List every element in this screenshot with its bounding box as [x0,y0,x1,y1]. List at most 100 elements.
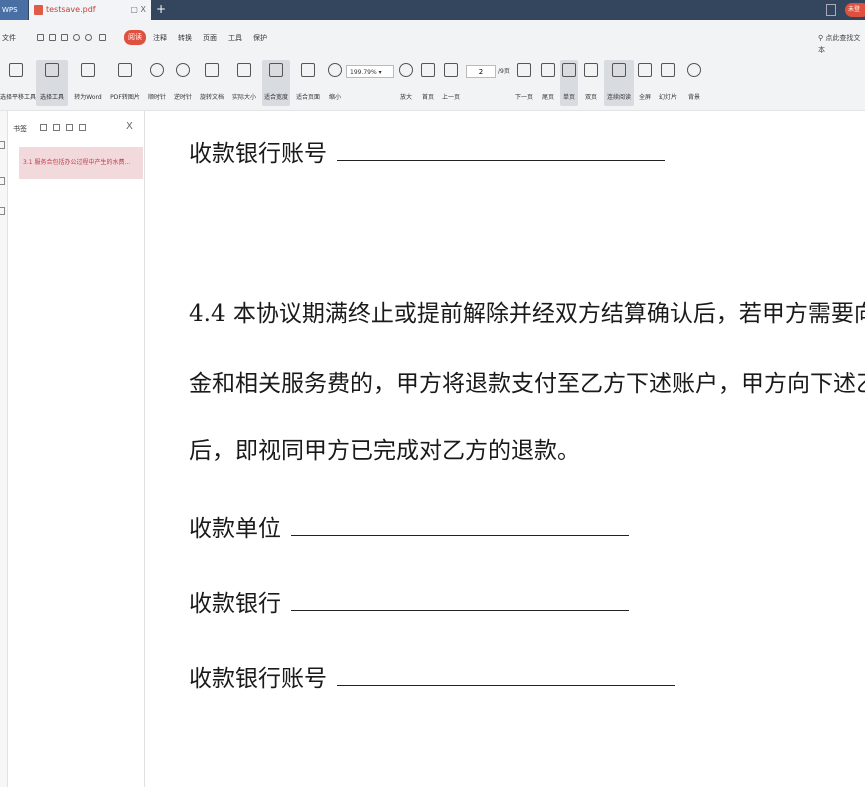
window-mode-icon[interactable] [826,4,836,16]
field-underline [337,665,675,686]
zoom-select[interactable]: 199.79% ▾ [346,65,394,78]
side-icon-strip [0,111,8,787]
first-page-icon [421,63,435,77]
doc-paragraph-line: 4.4 本协议期满终止或提前解除并经双方结算确认后，若甲方需要向乙方退还保证 [189,301,865,327]
doc-field-bank-account-top: 收款银行账号 [189,134,665,168]
search-panel-icon[interactable] [0,177,5,185]
page-total: /9页 [498,68,510,75]
doc-field-bank: 收款银行 [189,584,629,618]
select-tool-button[interactable]: 选择工具 [36,60,68,106]
prev-page-button[interactable]: 上一页 [440,60,462,106]
menu-page[interactable]: 页面 [203,32,217,44]
zoom-out-button[interactable]: 缩小 [326,60,344,106]
last-page-button[interactable]: 尾页 [538,60,558,106]
open-icon[interactable] [37,34,44,41]
save-icon[interactable] [49,34,56,41]
document-tab[interactable]: testsave.pdf ▢ X [29,0,151,20]
rotate-ccw-button[interactable]: 逆时针 [172,60,194,106]
double-page-button[interactable]: 双页 [580,60,602,106]
rotate-document-button[interactable]: 旋转文档 [198,60,226,106]
single-page-icon [562,63,576,77]
actual-size-icon [237,63,251,77]
menu-annotate[interactable]: 注释 [153,32,167,44]
rotate-cw-button[interactable]: 顺时针 [146,60,168,106]
page-number-input[interactable]: 2 [466,65,496,78]
menu-convert[interactable]: 转换 [178,32,192,44]
close-panel-button[interactable]: X [126,121,133,132]
login-badge[interactable]: 未登 [845,3,865,17]
wps-home-tab[interactable]: WPS [0,0,28,20]
bookmark-panel: 书签 X 3.1 服务合包括办公过程中产生的水费... [8,111,145,787]
slideshow-button[interactable]: 幻灯片 [656,60,680,106]
menu-file[interactable]: 文件 [2,32,16,44]
first-page-button[interactable]: 首页 [418,60,438,106]
field-label: 收款单位 [189,516,281,542]
rotate-document-icon [205,63,219,77]
fit-width-icon [269,63,283,77]
rotate-cw-icon [150,63,164,77]
doc-field-bank-account: 收款银行账号 [189,659,675,693]
background-button[interactable]: 背景 [682,60,706,106]
image-icon [118,63,132,77]
bookmark-panel-icon[interactable] [0,141,5,149]
field-underline [291,590,629,611]
last-page-icon [541,63,555,77]
rotate-ccw-icon [176,63,190,77]
zoom-value: 199.79% [350,69,377,76]
field-underline [337,140,665,161]
arrow-left-icon [444,63,458,77]
continuous-read-icon [612,63,626,77]
field-label: 收款银行 [189,591,281,617]
find-text-link[interactable]: ⚲ 点此查找文本 [818,32,865,56]
title-bar: WPS testsave.pdf ▢ X + 未登 [0,0,865,20]
to-word-button[interactable]: 转为Word [72,60,104,106]
double-page-icon [584,63,598,77]
tab-title: testsave.pdf [46,5,96,14]
pdf-to-image-button[interactable]: PDF转图片 [108,60,142,106]
next-page-button[interactable]: 下一页 [512,60,536,106]
expand-all-icon[interactable] [40,124,47,131]
fullscreen-icon [638,63,652,77]
menu-bar: 文件 阅读 注释 转换 页面 工具 保护 ⚲ 点此查找文本 [0,20,865,56]
single-page-button[interactable]: 单页 [560,60,578,106]
fit-page-button[interactable]: 适合页面 [294,60,322,106]
new-tab-button[interactable]: + [156,0,166,19]
pdf-file-icon [34,5,43,15]
zoom-in-icon [399,63,413,77]
field-underline [291,515,629,536]
add-bookmark-icon[interactable] [66,124,73,131]
bookmark-item[interactable]: 3.1 服务合包括办公过程中产生的水费... [19,147,143,179]
doc-paragraph-line: 金和相关服务费的，甲方将退款支付至乙方下述账户，甲方向下述乙方账户付款 [189,371,865,397]
thumbnail-panel-icon[interactable] [0,207,5,215]
undo-icon[interactable] [73,34,80,41]
menu-tools[interactable]: 工具 [228,32,242,44]
continuous-read-button[interactable]: 连续阅读 [604,60,634,106]
document-view[interactable]: 收款银行账号 4.4 本协议期满终止或提前解除并经双方结算确认后，若甲方需要向乙… [145,111,865,787]
actual-size-button[interactable]: 实际大小 [230,60,258,106]
delete-bookmark-icon[interactable] [79,124,86,131]
fit-page-icon [301,63,315,77]
print-icon[interactable] [61,34,68,41]
arrow-right-icon [517,63,531,77]
zoom-out-icon [328,63,342,77]
fullscreen-button[interactable]: 全屏 [636,60,654,106]
bookmark-panel-title: 书签 [13,125,27,133]
zoom-in-button[interactable]: 放大 [396,60,416,106]
doc-field-payee: 收款单位 [189,509,629,543]
redo-icon[interactable] [85,34,92,41]
background-icon [687,63,701,77]
toolbar: 选择平移工具 选择工具 转为Word PDF转图片 顺时针 逆时针 旋转文档 实… [0,56,865,111]
word-icon [81,63,95,77]
menu-protect[interactable]: 保护 [253,32,267,44]
read-mode-button[interactable]: 阅读 [124,30,146,45]
wps-label: WPS [2,6,18,14]
collapse-all-icon[interactable] [53,124,60,131]
export-icon[interactable] [99,34,106,41]
pan-tool-button[interactable]: 选择平移工具 [0,60,36,106]
hand-icon [9,63,23,77]
fit-width-button[interactable]: 适合宽度 [262,60,290,106]
doc-paragraph-line: 后，即视同甲方已完成对乙方的退款。 [189,438,580,464]
field-label: 收款银行账号 [189,666,327,692]
tab-close-button[interactable]: ▢ X [130,0,146,20]
slideshow-icon [661,63,675,77]
